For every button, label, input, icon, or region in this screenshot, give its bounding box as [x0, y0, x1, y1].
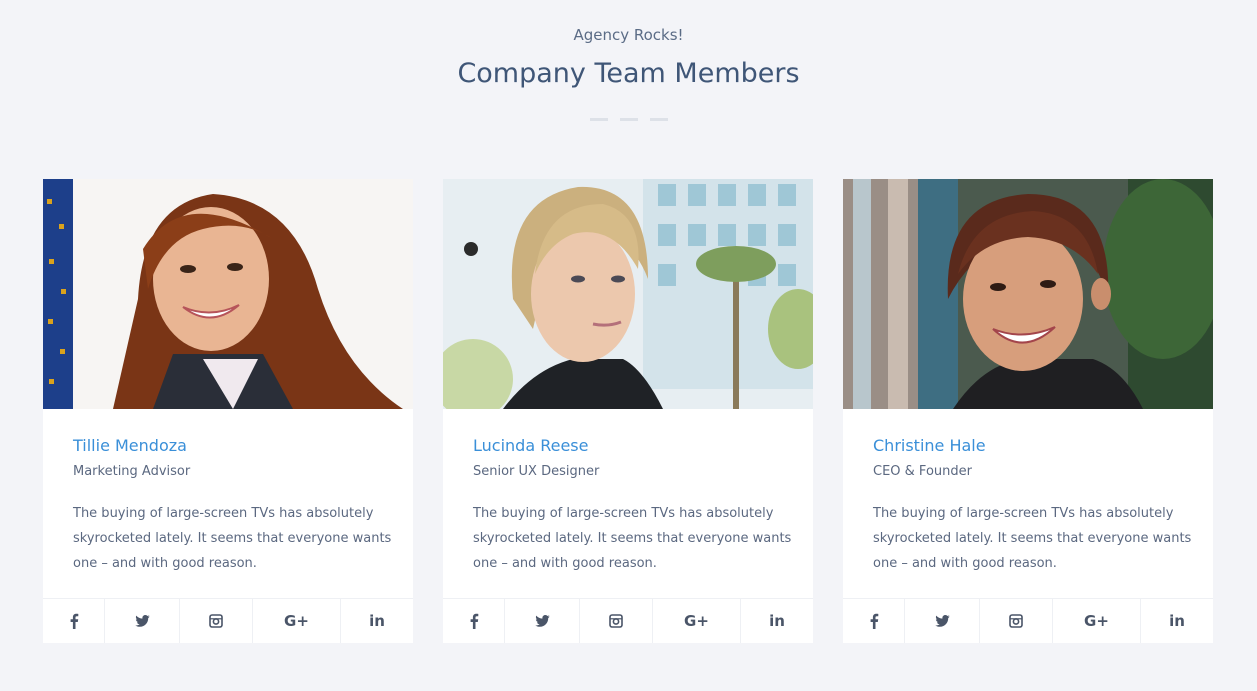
member-bio: The buying of large-screen TVs has absol…: [473, 506, 792, 571]
member-photo: [443, 179, 813, 409]
twitter-icon[interactable]: [105, 599, 180, 643]
googleplus-icon[interactable]: G+: [653, 599, 741, 643]
googleplus-icon[interactable]: G+: [1053, 599, 1141, 643]
twitter-icon[interactable]: [905, 599, 980, 643]
facebook-icon[interactable]: [43, 599, 105, 643]
member-name[interactable]: Christine Hale: [873, 436, 986, 455]
member-bio: The buying of large-screen TVs has absol…: [73, 506, 392, 571]
member-role: Marketing Advisor: [73, 464, 191, 479]
facebook-icon[interactable]: [443, 599, 505, 643]
team-card: Lucinda Reese Senior UX Designer The buy…: [443, 179, 813, 643]
instagram-icon[interactable]: [180, 599, 253, 643]
instagram-icon[interactable]: [580, 599, 653, 643]
section-kicker: Agency Rocks!: [573, 26, 684, 44]
social-links: G+ in: [843, 598, 1213, 643]
title-divider: [590, 118, 668, 121]
member-role: CEO & Founder: [873, 464, 972, 479]
linkedin-icon[interactable]: in: [741, 599, 813, 643]
member-name[interactable]: Lucinda Reese: [473, 436, 588, 455]
social-links: G+ in: [443, 598, 813, 643]
social-links: G+ in: [43, 598, 413, 643]
team-card: Christine Hale CEO & Founder The buying …: [843, 179, 1213, 643]
member-role: Senior UX Designer: [473, 464, 600, 479]
section-title: Company Team Members: [457, 58, 800, 89]
twitter-icon[interactable]: [505, 599, 580, 643]
member-bio: The buying of large-screen TVs has absol…: [873, 506, 1192, 571]
instagram-icon[interactable]: [980, 599, 1053, 643]
member-photo: [843, 179, 1213, 409]
linkedin-icon[interactable]: in: [341, 599, 413, 643]
linkedin-icon[interactable]: in: [1141, 599, 1213, 643]
member-photo: [43, 179, 413, 409]
team-card: Tillie Mendoza Marketing Advisor The buy…: [43, 179, 413, 643]
facebook-icon[interactable]: [843, 599, 905, 643]
googleplus-icon[interactable]: G+: [253, 599, 341, 643]
member-name[interactable]: Tillie Mendoza: [73, 436, 187, 455]
